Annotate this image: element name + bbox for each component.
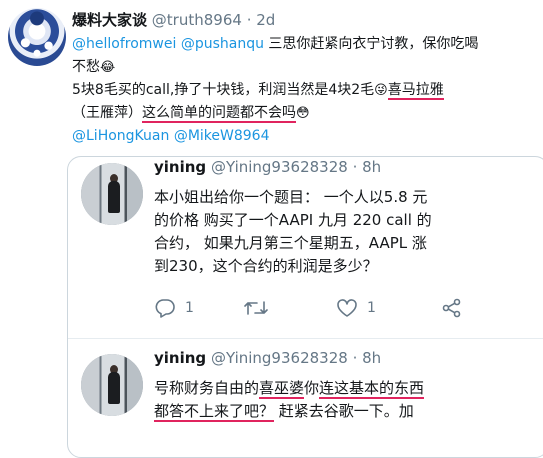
tweet-text: （王雁萍） bbox=[72, 105, 142, 121]
tweet-body: @hellofromwei @pushanqu 三思你赶紧向衣宁讨教，保你吃喝 … bbox=[72, 33, 537, 148]
tweet-text-underlined: 喜马拉雅 bbox=[387, 82, 444, 100]
quoted-author-name[interactable]: yining bbox=[154, 349, 206, 367]
quoted-text-line: 合约， 如果九月第三个星期五，AAPL 涨 bbox=[154, 234, 427, 252]
retweet-button[interactable] bbox=[243, 298, 278, 318]
quoted-text: 号称财务自由的 bbox=[154, 379, 260, 397]
main-avatar[interactable] bbox=[8, 8, 66, 66]
quoted-text-underlined: 都答不上来了吧？ bbox=[154, 402, 275, 422]
tweet-text-underlined: 这么简单的问题都不会吗 bbox=[142, 105, 296, 123]
tweet-time[interactable]: · 2d bbox=[247, 11, 276, 29]
like-icon bbox=[337, 299, 357, 317]
mention-link[interactable]: @MikeW8964 bbox=[174, 128, 270, 144]
tweet-text: 5块8毛买的call,挣了十块钱，利润当然是4块2毛 bbox=[72, 82, 375, 98]
tears-of-joy-emoji-icon: 😂 bbox=[100, 60, 116, 75]
reply-button[interactable]: 1 bbox=[154, 298, 194, 318]
like-button[interactable]: 1 bbox=[336, 298, 376, 318]
author-handle[interactable]: @truth8964 bbox=[152, 11, 242, 29]
mention-link[interactable]: @LiHongKuan bbox=[72, 128, 169, 144]
quoted-avatar[interactable] bbox=[81, 354, 143, 416]
like-count: 1 bbox=[367, 300, 376, 316]
quoted-header: yining @Yining93628328 · 8h bbox=[154, 349, 381, 367]
quoted-text-underlined: 喜巫婆 bbox=[259, 379, 305, 399]
quoted-body: 本小姐出给你一个题目： 一个人以5.8 元 的价格 购买了一个AAPI 九月 2… bbox=[154, 186, 538, 278]
quoted-avatar[interactable] bbox=[81, 163, 143, 225]
tweet-text: 不愁 bbox=[72, 59, 100, 75]
quoted-author-handle[interactable]: @Yining93628328 bbox=[211, 158, 348, 176]
quoted-time[interactable]: · 8h bbox=[353, 349, 382, 367]
quoted-text: 你 bbox=[304, 379, 320, 397]
tweet-header: 爆料大家谈 @truth8964 · 2d bbox=[72, 9, 275, 30]
tweet-text: 三思你赶紧向衣宁讨教，保你吃喝 bbox=[263, 36, 479, 52]
retweet-icon bbox=[244, 301, 268, 315]
reply-icon bbox=[155, 299, 175, 318]
quoted-body: 号称财务自由的喜巫婆你连这基本的东西 都答不上来了吧？ 赶紧去谷歌一下。加 bbox=[154, 377, 538, 423]
mention-link[interactable]: @hellofromwei bbox=[72, 36, 176, 52]
quoted-text-line: 本小姐出给你一个题目： 一个人以5.8 元 bbox=[154, 188, 428, 206]
quoted-header: yining @Yining93628328 · 8h bbox=[154, 158, 381, 176]
share-icon bbox=[442, 298, 461, 318]
share-button[interactable] bbox=[441, 298, 463, 318]
quoted-author-name[interactable]: yining bbox=[154, 158, 206, 176]
winking-tongue-emoji-icon: 😜 bbox=[374, 83, 388, 98]
reply-count: 1 bbox=[185, 300, 194, 316]
flushed-face-emoji-icon: 😳 bbox=[296, 106, 310, 121]
quoted-time[interactable]: · 8h bbox=[353, 158, 382, 176]
author-name[interactable]: 爆料大家谈 bbox=[72, 11, 147, 29]
quoted-author-handle[interactable]: @Yining93628328 bbox=[211, 349, 348, 367]
quoted-text-line: 到230，这个合约的利润是多少？ bbox=[154, 257, 378, 275]
quoted-text-underlined: 连这基本的东西 bbox=[319, 379, 425, 399]
quoted-thread[interactable]: yining @Yining93628328 · 8h 本小姐出给你一个题目： … bbox=[67, 156, 543, 458]
tweet-actions: 1 1 bbox=[154, 298, 514, 322]
quoted-text-line: 的价格 购买了一个AAPI 九月 220 call 的 bbox=[154, 211, 432, 229]
mention-link[interactable]: @pushanqu bbox=[181, 36, 264, 52]
quoted-text: 赶紧去谷歌一下。加 bbox=[274, 402, 414, 420]
thread-divider bbox=[68, 338, 543, 339]
